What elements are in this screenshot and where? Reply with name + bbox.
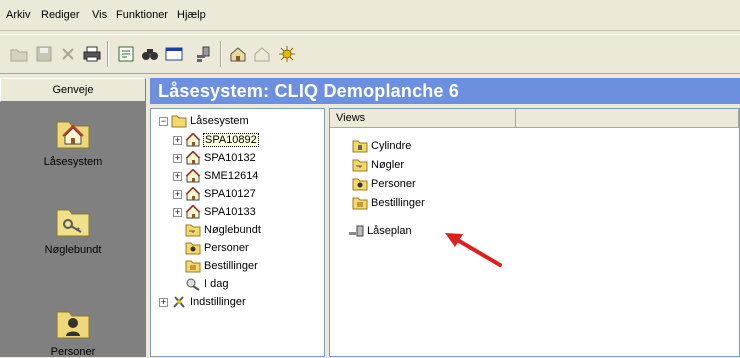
print-icon[interactable] xyxy=(81,43,103,65)
view-label: Bestillinger xyxy=(371,197,425,209)
tree-node-personer[interactable]: Personer xyxy=(185,239,249,257)
view-item-personer[interactable]: Personer xyxy=(352,175,416,193)
shortcut-bar: Genveje Låsesystem Nøglebundt Personer xyxy=(0,78,146,358)
house-folder-icon xyxy=(55,114,91,150)
today-icon xyxy=(186,278,200,291)
tree-label: Nøglebundt xyxy=(204,224,261,236)
view-label: Låseplan xyxy=(367,225,412,237)
tree-label: Låsesystem xyxy=(190,115,249,127)
tree-view: − Låsesystem + SPA10892 + SPA10132 + SME… xyxy=(150,108,325,357)
menu-rediger[interactable]: Rediger xyxy=(41,9,80,21)
menu-arkiv[interactable]: Arkiv xyxy=(6,9,30,21)
bug-icon[interactable] xyxy=(276,43,298,65)
house-icon xyxy=(185,205,201,219)
house-icon xyxy=(185,133,201,147)
shortcut-label: Låsesystem xyxy=(43,156,103,168)
tree-label: Bestillinger xyxy=(204,260,258,272)
window-icon[interactable] xyxy=(163,43,185,65)
tree-node-root[interactable]: − Låsesystem xyxy=(159,112,249,130)
tree-node-system[interactable]: + SME12614 xyxy=(173,167,258,185)
menu-bar: Arkiv Rediger Vis Funktioner Hjælp xyxy=(0,0,740,31)
expand-icon[interactable]: + xyxy=(159,297,168,307)
expand-icon[interactable]: + xyxy=(173,171,182,181)
view-item-bestillinger[interactable]: Bestillinger xyxy=(352,194,425,212)
shortcut-label: Personer xyxy=(50,346,96,358)
delete-icon[interactable] xyxy=(57,43,79,65)
shortcut-noeglebundt[interactable]: Nøglebundt xyxy=(0,202,146,256)
tree-label: SPA10132 xyxy=(204,152,256,164)
folder-open-icon xyxy=(171,115,187,128)
menu-vis[interactable]: Vis xyxy=(92,9,107,21)
expand-icon[interactable]: + xyxy=(173,207,182,217)
toolbar-separator xyxy=(107,41,109,67)
tree-label: Personer xyxy=(204,242,249,254)
lock-key-icon[interactable] xyxy=(193,43,215,65)
page-title: Låsesystem: CLIQ Demoplanche 6 xyxy=(150,78,740,104)
collapse-icon[interactable]: − xyxy=(159,116,168,126)
key-folder-icon xyxy=(55,202,91,238)
views-pane: Views Cylindre Nøgler Personer Bestillin… xyxy=(329,108,740,357)
house-outline-icon[interactable] xyxy=(251,43,273,65)
cylinder-folder-icon xyxy=(352,140,368,153)
tree-node-indstillinger[interactable]: + Indstillinger xyxy=(159,293,246,311)
tree-node-system[interactable]: + SPA10133 xyxy=(173,203,256,221)
lock-plan-icon xyxy=(349,225,364,237)
views-column-header-empty[interactable] xyxy=(516,109,739,128)
order-folder-icon xyxy=(185,260,201,273)
expand-icon[interactable]: + xyxy=(173,189,182,199)
person-folder-icon xyxy=(185,242,201,255)
expand-icon[interactable]: + xyxy=(173,153,182,163)
shortcut-label: Nøglebundt xyxy=(44,244,102,256)
tree-label: SPA10127 xyxy=(204,188,256,200)
house-icon xyxy=(185,151,201,165)
person-folder-icon xyxy=(55,304,91,340)
order-folder-icon xyxy=(352,197,368,210)
view-label: Cylindre xyxy=(371,140,412,152)
save-icon[interactable] xyxy=(33,43,55,65)
tree-node-noeglebundt[interactable]: Nøglebundt xyxy=(185,221,261,239)
annotation-arrow-icon xyxy=(445,233,502,267)
shortcut-personer[interactable]: Personer xyxy=(0,304,146,358)
tree-node-system[interactable]: + SPA10127 xyxy=(173,185,256,203)
tree-label: Indstillinger xyxy=(190,296,246,308)
view-item-laaseplan[interactable]: Låseplan xyxy=(348,222,412,240)
tree-node-system[interactable]: + SPA10132 xyxy=(173,149,256,167)
house-icon xyxy=(185,169,201,183)
expand-icon[interactable]: + xyxy=(173,135,182,145)
toolbar xyxy=(0,34,740,74)
settings-tools-icon xyxy=(173,296,185,308)
person-folder-icon xyxy=(352,178,368,191)
view-label: Personer xyxy=(371,178,416,190)
tree-label: SME12614 xyxy=(204,170,259,182)
shortcut-bar-header[interactable]: Genveje xyxy=(0,78,146,102)
views-header: Views xyxy=(330,109,739,128)
tree-node-bestillinger[interactable]: Bestillinger xyxy=(185,257,258,275)
shortcut-laasesystem[interactable]: Låsesystem xyxy=(0,114,146,168)
menu-funktioner[interactable]: Funktioner xyxy=(116,9,168,21)
key-folder-icon xyxy=(352,159,368,172)
open-folder-icon[interactable] xyxy=(8,43,30,65)
find-icon[interactable] xyxy=(139,43,161,65)
view-item-cylindre[interactable]: Cylindre xyxy=(352,137,411,155)
tree-label: SPA10892 xyxy=(203,133,259,147)
view-item-noegler[interactable]: Nøgler xyxy=(352,156,404,174)
tree-node-i-dag[interactable]: I dag xyxy=(185,275,228,293)
views-column-header[interactable]: Views xyxy=(330,109,516,128)
properties-icon[interactable] xyxy=(115,43,137,65)
tree-label: SPA10133 xyxy=(204,206,256,218)
menu-hjaelp[interactable]: Hjælp xyxy=(177,9,206,21)
tree-label: I dag xyxy=(204,278,229,290)
house-icon[interactable] xyxy=(227,43,249,65)
toolbar-separator xyxy=(220,41,222,67)
view-label: Nøgler xyxy=(371,159,405,171)
house-icon xyxy=(185,187,201,201)
key-folder-icon xyxy=(185,224,201,237)
tree-node-system[interactable]: + SPA10892 xyxy=(173,131,259,149)
